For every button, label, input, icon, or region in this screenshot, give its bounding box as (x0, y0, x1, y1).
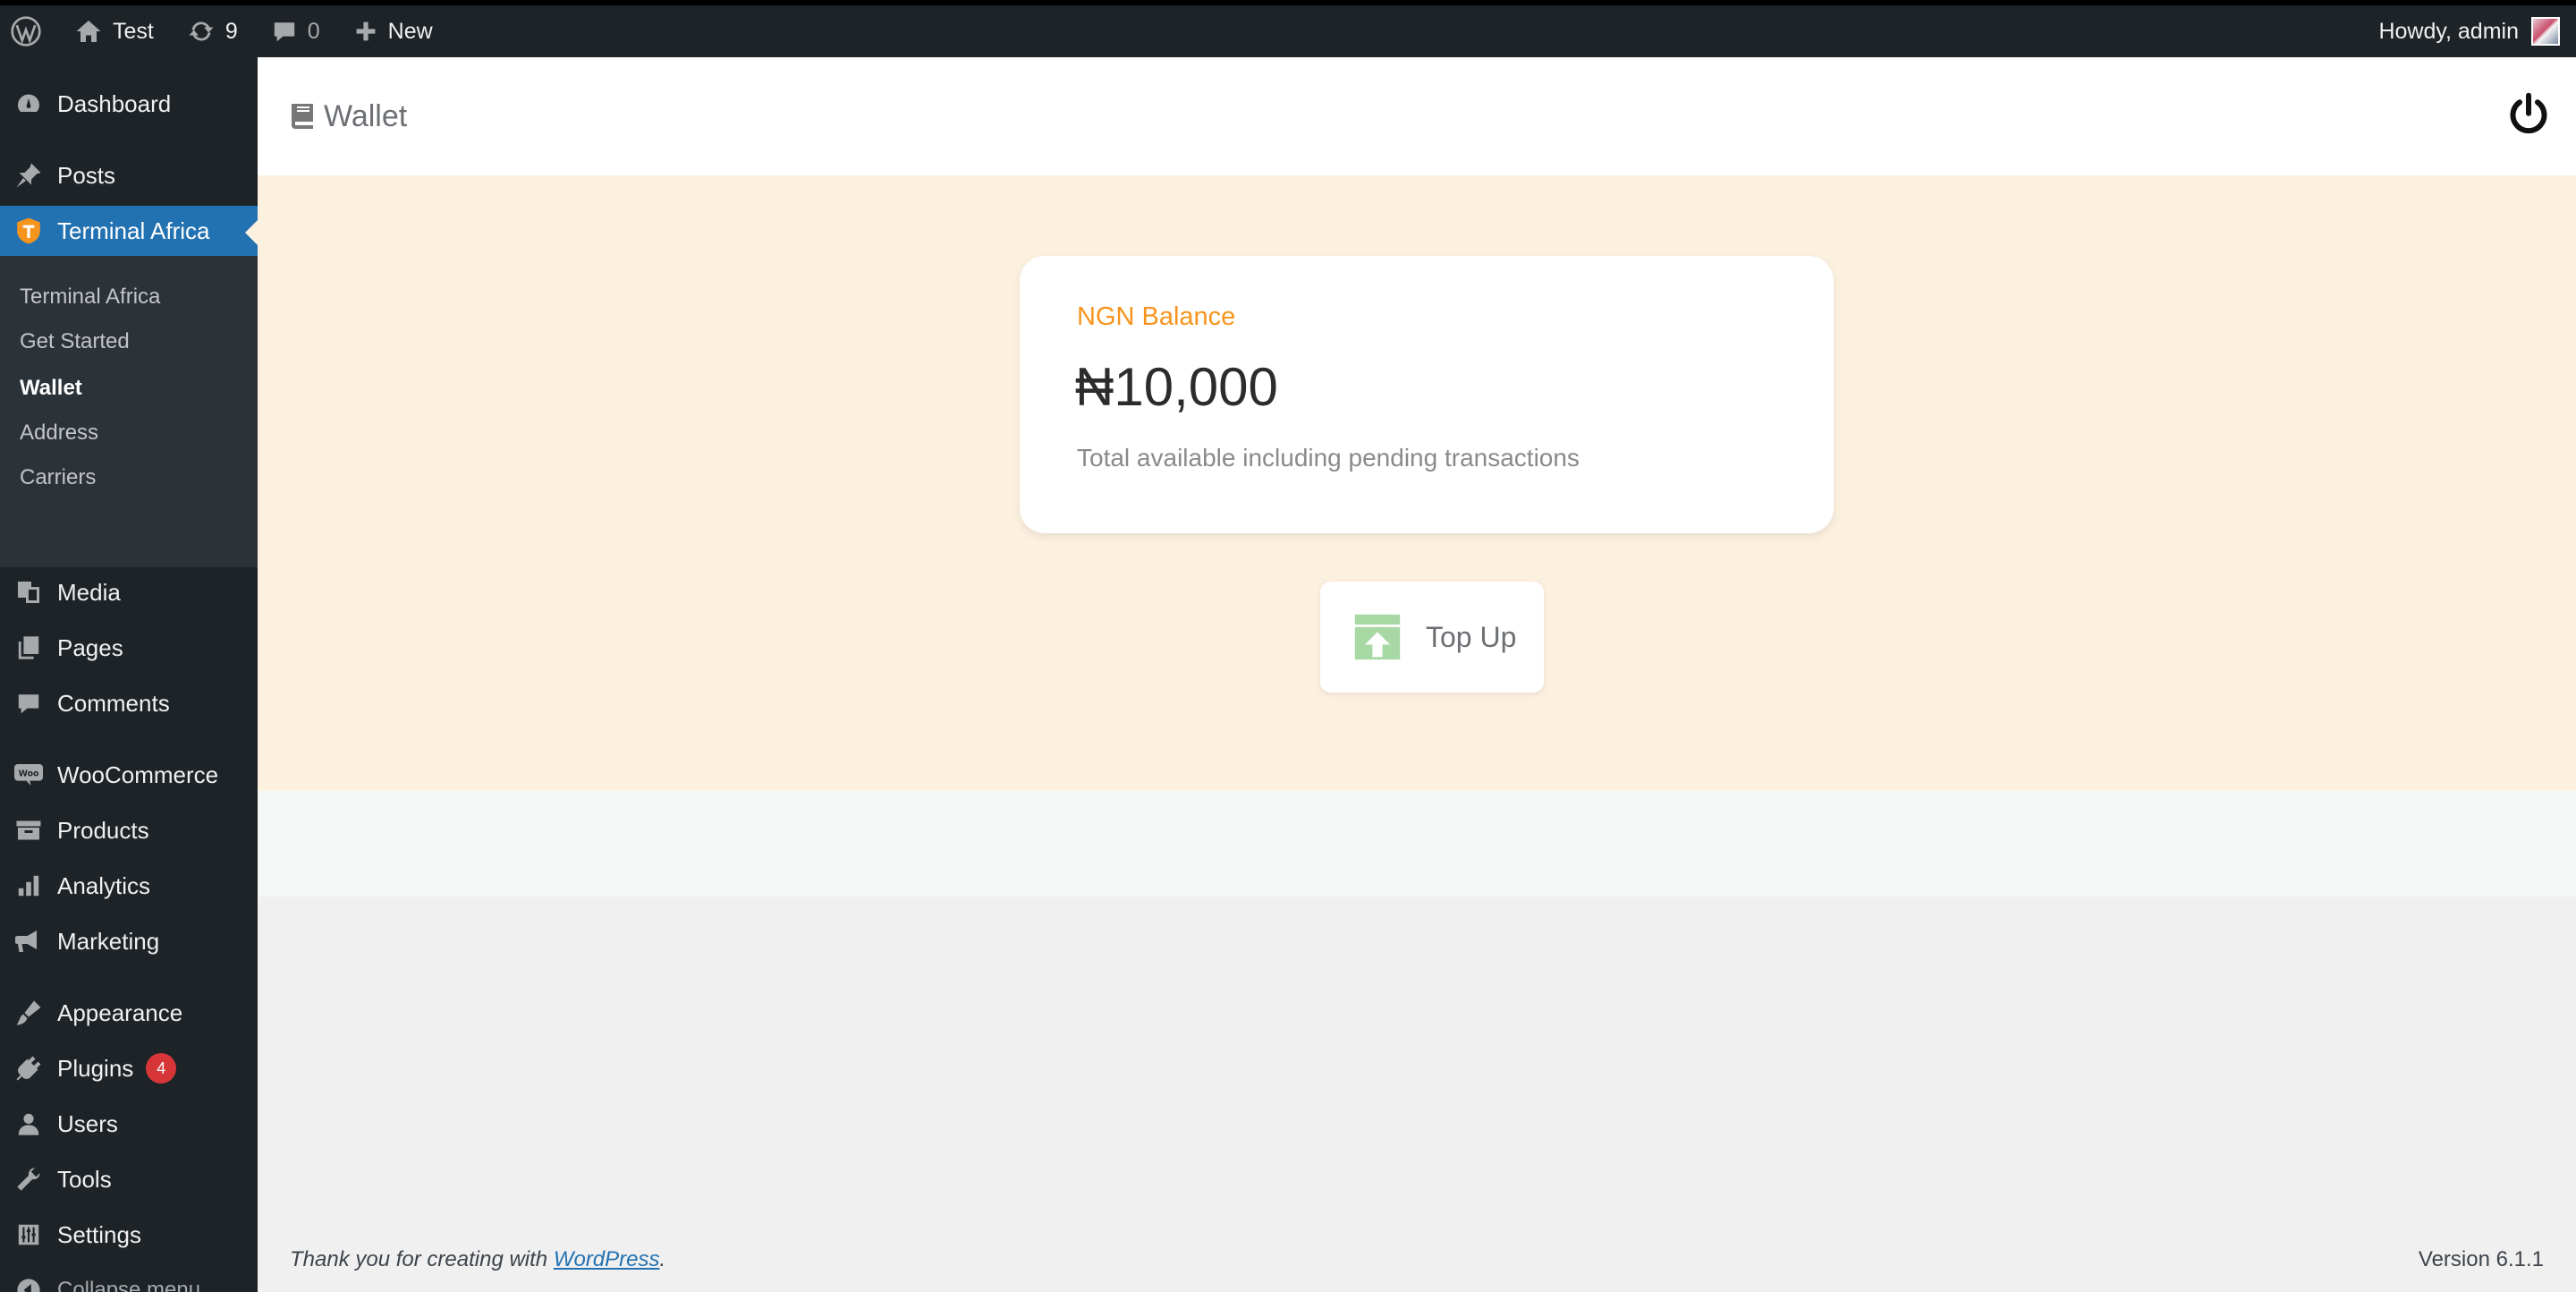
sidebar-item-label: Posts (57, 161, 116, 189)
balance-amount: ₦10,000 (1075, 357, 1278, 417)
top-up-label: Top Up (1426, 620, 1517, 653)
comments-count: 0 (307, 18, 320, 44)
sidebar-item-label: Pages (57, 633, 123, 661)
sidebar-item-label: Marketing (57, 927, 160, 955)
new-label: New (387, 18, 433, 44)
woo-icon: Woo (14, 761, 43, 789)
sliders-icon (14, 1220, 43, 1249)
terminal-africa-logo-icon (14, 217, 43, 245)
sidebar-item-pages[interactable]: Pages (0, 623, 258, 673)
dashboard-icon (14, 89, 43, 118)
new-content-link[interactable]: New (343, 5, 444, 57)
sidebar-item-label: WooCommerce (57, 761, 219, 788)
submenu-item-get-started[interactable]: Get Started (20, 329, 130, 354)
collapse-icon (14, 1276, 43, 1292)
comment-icon (274, 22, 294, 42)
admin-bar: Test 9 0 New Howdy, admin (0, 0, 2576, 57)
admin-sidebar: Dashboard Posts Terminal Africa Terminal… (0, 57, 258, 1292)
archive-icon (14, 816, 43, 845)
submenu-item-terminal-africa[interactable]: Terminal Africa (20, 285, 160, 310)
power-icon[interactable] (2506, 91, 2551, 138)
plus-icon (356, 21, 376, 41)
sidebar-item-users[interactable]: Users (0, 1099, 258, 1149)
sidebar-item-settings[interactable]: Settings (0, 1210, 258, 1260)
sidebar-item-analytics[interactable]: Analytics (0, 861, 258, 911)
site-name-link[interactable]: Test (64, 5, 165, 57)
plugins-update-badge: 4 (146, 1053, 177, 1084)
balance-card: NGN Balance ₦10,000 Total available incl… (1020, 256, 1834, 533)
media-icon (14, 578, 43, 607)
page-title: Wallet (324, 98, 408, 133)
brush-icon (14, 999, 43, 1027)
balance-note: Total available including pending transa… (1077, 444, 1580, 472)
sidebar-item-woocommerce[interactable]: Woo WooCommerce (0, 750, 258, 800)
collapse-menu-label: Collapse menu (57, 1278, 201, 1292)
sidebar-item-label: Tools (57, 1165, 112, 1193)
user-icon (14, 1109, 43, 1138)
sidebar-item-label: Terminal Africa (57, 217, 210, 244)
top-up-button[interactable]: Top Up (1320, 582, 1544, 693)
submenu-item-wallet[interactable]: Wallet (20, 376, 82, 401)
sidebar-item-media[interactable]: Media (0, 567, 258, 617)
upload-icon (1354, 614, 1401, 660)
terminal-africa-submenu: Terminal Africa Get Started Wallet Addre… (0, 256, 258, 567)
sidebar-item-products[interactable]: Products (0, 805, 258, 855)
sidebar-item-label: Products (57, 816, 149, 844)
sidebar-item-label: Analytics (57, 871, 151, 899)
active-indicator (245, 220, 258, 245)
content-strip (258, 791, 2576, 897)
greeting: Howdy, admin (2378, 18, 2519, 44)
sidebar-item-comments[interactable]: Comments (0, 678, 258, 728)
sidebar-item-label: Plugins (57, 1054, 134, 1082)
my-account-link[interactable]: Howdy, admin (2378, 17, 2576, 46)
comments-link[interactable]: 0 (261, 5, 331, 57)
submenu-item-address[interactable]: Address (20, 421, 98, 446)
footer-version: Version 6.1.1 (2418, 1247, 2544, 1271)
megaphone-icon (14, 927, 43, 956)
sidebar-item-tools[interactable]: Tools (0, 1154, 258, 1204)
wallet-section: NGN Balance ₦10,000 Total available incl… (258, 175, 2576, 791)
plugin-header: Wallet (258, 57, 2576, 175)
wrench-icon (14, 1165, 43, 1194)
submenu-item-carriers[interactable]: Carriers (20, 465, 96, 490)
sidebar-item-dashboard[interactable]: Dashboard (0, 79, 258, 129)
collapse-menu-button[interactable]: Collapse menu (0, 1265, 258, 1292)
home-icon (76, 21, 101, 42)
sidebar-item-label: Media (57, 578, 121, 606)
sidebar-item-label: Dashboard (57, 89, 172, 117)
wallet-book-icon (292, 104, 313, 129)
sidebar-item-appearance[interactable]: Appearance (0, 988, 258, 1038)
pages-icon (14, 633, 43, 662)
footer-thanks-text: Thank you for creating with (290, 1247, 554, 1271)
sidebar-item-marketing[interactable]: Marketing (0, 916, 258, 966)
sidebar-item-terminal-africa[interactable]: Terminal Africa (0, 206, 258, 256)
wordpress-logo-icon (11, 16, 41, 47)
sidebar-item-label: Settings (57, 1220, 141, 1248)
sidebar-item-plugins[interactable]: Plugins 4 (0, 1043, 258, 1093)
updates-icon (189, 21, 214, 41)
wordpress-logo-button[interactable] (0, 5, 52, 57)
updates-count: 9 (225, 18, 238, 44)
sidebar-item-label: Users (57, 1109, 118, 1137)
sidebar-item-label: Comments (57, 689, 170, 717)
sidebar-item-label: Appearance (57, 999, 183, 1026)
updates-link[interactable]: 9 (177, 5, 249, 57)
balance-label: NGN Balance (1077, 302, 1236, 331)
bar-chart-icon (14, 871, 43, 900)
avatar (2531, 17, 2560, 46)
comment-icon (14, 689, 43, 718)
wordpress-link[interactable]: WordPress (554, 1247, 660, 1271)
svg-text:Woo: Woo (19, 769, 39, 778)
sidebar-item-posts[interactable]: Posts (0, 150, 258, 200)
plug-icon (14, 1054, 43, 1083)
footer-thanks-suffix: . (659, 1247, 666, 1271)
footer-thanks: Thank you for creating with WordPress. (290, 1247, 665, 1272)
pin-icon (14, 161, 43, 190)
site-name-label: Test (113, 18, 154, 44)
